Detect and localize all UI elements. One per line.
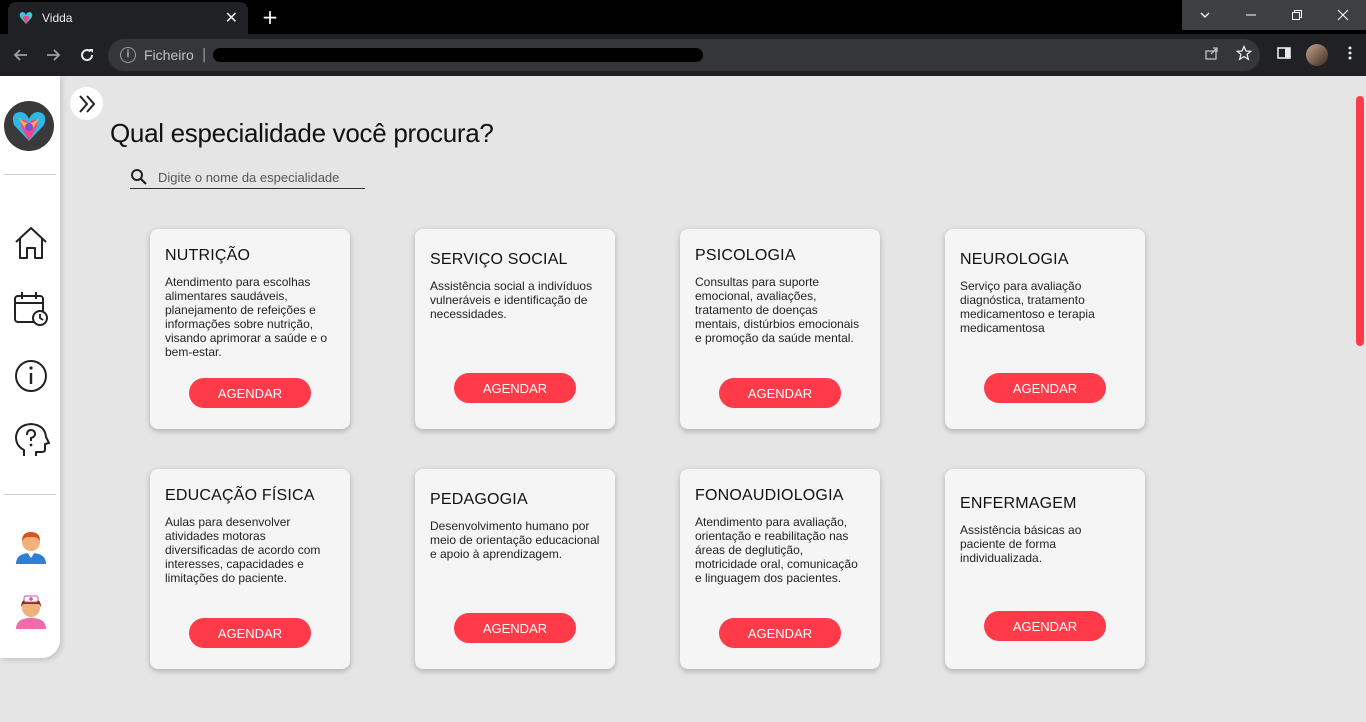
page-title: Qual especialidade você procura? bbox=[110, 118, 494, 148]
reload-button[interactable] bbox=[76, 44, 98, 66]
chevron-down-icon bbox=[1200, 12, 1210, 18]
minimize-button[interactable] bbox=[1228, 0, 1274, 30]
restore-button[interactable] bbox=[1274, 0, 1320, 30]
page-scrollbar[interactable] bbox=[1354, 76, 1366, 722]
vidda-favicon-icon bbox=[19, 12, 33, 24]
browser-tab[interactable]: Vidda ✕ bbox=[8, 2, 248, 34]
specialty-card-psicologia: PSICOLOGIA Consultas para suporte emocio… bbox=[680, 229, 880, 429]
card-description: Atendimento para escolhas alimentares sa… bbox=[165, 275, 328, 359]
schedule-button[interactable]: AGENDAR bbox=[454, 373, 576, 403]
card-description: Assistência social a indivíduos vulneráv… bbox=[430, 279, 593, 321]
close-window-button[interactable] bbox=[1320, 0, 1366, 30]
card-description: Desenvolvimento humano por meio de orien… bbox=[430, 519, 600, 561]
back-button[interactable] bbox=[10, 44, 32, 66]
bookmark-star-icon[interactable] bbox=[1228, 44, 1260, 65]
schedule-button[interactable]: AGENDAR bbox=[719, 378, 841, 408]
new-tab-button[interactable]: + bbox=[256, 6, 284, 28]
browser-address-bar: i Ficheiro | bbox=[0, 34, 1366, 76]
arrow-left-icon bbox=[13, 49, 27, 61]
specialty-card-educacao-fisica: EDUCAÇÃO FÍSICA Aulas para desenvolver a… bbox=[150, 469, 350, 669]
menu-dots-icon[interactable] bbox=[1334, 45, 1366, 65]
schedule-button[interactable]: AGENDAR bbox=[984, 611, 1106, 641]
tab-search-button[interactable] bbox=[1182, 0, 1228, 30]
card-title: PSICOLOGIA bbox=[695, 247, 796, 264]
card-title: EDUCAÇÃO FÍSICA bbox=[165, 487, 315, 504]
nurse-avatar-icon[interactable] bbox=[12, 593, 50, 631]
card-description: Aulas para desenvolver atividades motora… bbox=[165, 515, 321, 585]
card-description: Serviço para avaliação diagnóstica, trat… bbox=[960, 279, 1095, 335]
double-chevron-right-icon bbox=[78, 94, 95, 113]
schedule-button[interactable]: AGENDAR bbox=[189, 378, 311, 408]
card-title: PEDAGOGIA bbox=[430, 491, 528, 508]
help-head-icon[interactable] bbox=[12, 421, 50, 459]
schedule-button[interactable]: AGENDAR bbox=[719, 618, 841, 648]
forward-button[interactable] bbox=[42, 44, 64, 66]
address-scheme-label: Ficheiro bbox=[144, 47, 194, 63]
browser-tab-bar: Vidda ✕ + bbox=[0, 0, 1366, 34]
card-title: SERVIÇO SOCIAL bbox=[430, 251, 568, 268]
browser-right-icons bbox=[1196, 34, 1366, 76]
card-description: Assistência básicas ao paciente de forma… bbox=[960, 523, 1082, 565]
restore-icon bbox=[1292, 10, 1302, 20]
expand-sidebar-button[interactable] bbox=[70, 87, 103, 120]
specialty-card-enfermagem: ENFERMAGEM Assistência básicas ao pacien… bbox=[945, 469, 1145, 669]
info-icon[interactable] bbox=[12, 357, 50, 395]
card-title: NEUROLOGIA bbox=[960, 251, 1069, 268]
sidebar-divider bbox=[4, 494, 56, 495]
patient-avatar-icon[interactable] bbox=[12, 528, 50, 566]
site-info-icon[interactable]: i bbox=[120, 47, 136, 63]
schedule-button[interactable]: AGENDAR bbox=[189, 618, 311, 648]
redacted-url bbox=[212, 48, 703, 62]
tab-close-icon[interactable]: ✕ bbox=[225, 10, 238, 26]
card-title: ENFERMAGEM bbox=[960, 495, 1077, 512]
arrow-right-icon bbox=[47, 49, 61, 61]
app-content: Qual especialidade você procura? NUTRIÇÃ… bbox=[0, 76, 1354, 722]
sidebar-divider bbox=[4, 174, 56, 175]
schedule-button[interactable]: AGENDAR bbox=[984, 373, 1106, 403]
side-panel-icon[interactable] bbox=[1268, 45, 1300, 65]
close-icon bbox=[1337, 9, 1349, 21]
window-controls bbox=[1182, 0, 1366, 30]
schedule-button[interactable]: AGENDAR bbox=[454, 613, 576, 643]
search-icon[interactable] bbox=[130, 168, 148, 186]
sidebar bbox=[0, 76, 60, 658]
profile-avatar[interactable] bbox=[1306, 44, 1328, 66]
card-title: FONOAUDIOLOGIA bbox=[695, 487, 844, 504]
card-description: Atendimento para avaliação, orientação e… bbox=[695, 515, 858, 585]
vidda-logo[interactable] bbox=[4, 101, 54, 151]
search-input[interactable] bbox=[158, 169, 358, 185]
specialty-card-pedagogia: PEDAGOGIA Desenvolvimento humano por mei… bbox=[415, 469, 615, 669]
specialty-card-nutricao: NUTRIÇÃO Atendimento para escolhas alime… bbox=[150, 229, 350, 429]
tab-title: Vidda bbox=[42, 11, 73, 25]
specialty-card-servico-social: SERVIÇO SOCIAL Assistência social a indi… bbox=[415, 229, 615, 429]
minimize-icon bbox=[1246, 14, 1256, 16]
specialty-card-neurologia: NEUROLOGIA Serviço para avaliação diagnó… bbox=[945, 229, 1145, 429]
scrollbar-thumb[interactable] bbox=[1356, 96, 1364, 346]
home-icon[interactable] bbox=[12, 224, 50, 262]
reload-icon bbox=[81, 49, 94, 62]
specialty-card-fonoaudiologia: FONOAUDIOLOGIA Atendimento para avaliaçã… bbox=[680, 469, 880, 669]
omnibox[interactable]: i Ficheiro | bbox=[108, 39, 1260, 71]
card-description: Consultas para suporte emocional, avalia… bbox=[695, 275, 860, 345]
card-title: NUTRIÇÃO bbox=[165, 247, 251, 264]
address-separator: | bbox=[201, 47, 207, 63]
calendar-clock-icon[interactable] bbox=[12, 290, 50, 328]
share-icon[interactable] bbox=[1196, 45, 1228, 65]
specialty-search bbox=[130, 166, 365, 189]
